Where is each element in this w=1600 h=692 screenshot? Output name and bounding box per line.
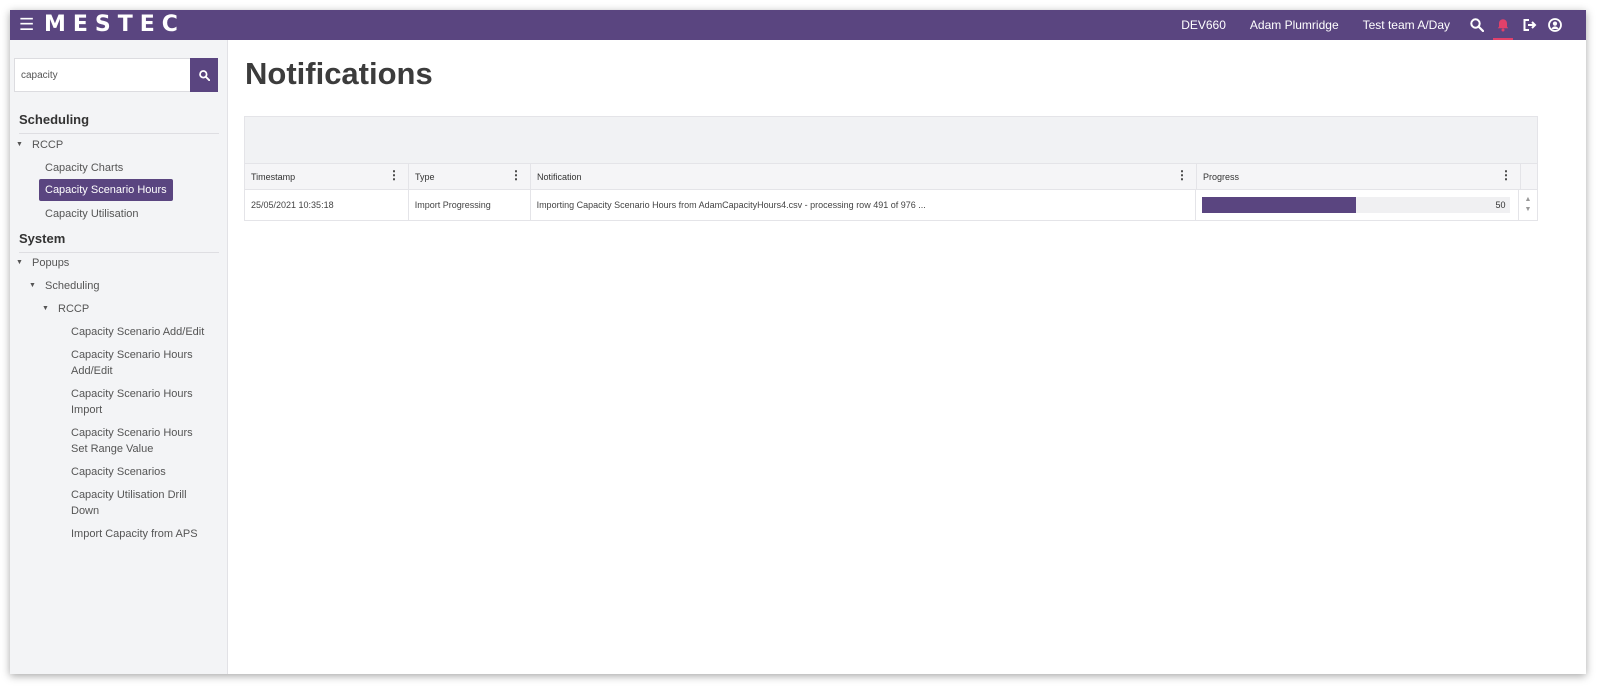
scroll-down-icon[interactable]: ▼: [1525, 205, 1532, 215]
column-menu-icon[interactable]: ⋮: [388, 169, 400, 181]
search-input[interactable]: [14, 58, 190, 92]
column-header-notification[interactable]: Notification ⋮: [531, 164, 1197, 189]
expand-caret-icon[interactable]: ▼: [16, 141, 23, 148]
menu-icon[interactable]: ☰: [19, 15, 34, 35]
top-bar: ☰ MESTEC DEV660 Adam Plumridge Test team…: [10, 10, 1586, 40]
column-header-label: Timestamp: [251, 171, 296, 182]
logout-icon[interactable]: [1516, 10, 1542, 40]
search-button[interactable]: [190, 58, 218, 92]
search-icon: [198, 69, 210, 81]
nav-item-capacity-scenario-add-edit[interactable]: Capacity Scenario Add/Edit: [71, 324, 221, 340]
page-title: Notifications: [245, 56, 433, 91]
notifications-grid: Timestamp ⋮ Type ⋮ Notification ⋮ Progre…: [244, 116, 1538, 221]
column-menu-icon[interactable]: ⋮: [510, 169, 522, 181]
environment-label[interactable]: DEV660: [1181, 18, 1226, 32]
section-heading-system: System: [19, 231, 219, 253]
expand-caret-icon[interactable]: ▼: [16, 259, 23, 266]
progress-bar-fill: [1201, 197, 1356, 213]
nav-item-capacity-scenario-hours-set-range-value[interactable]: Capacity Scenario Hours Set Range Value: [71, 425, 211, 457]
column-header-progress[interactable]: Progress ⋮: [1197, 164, 1521, 189]
search-icon[interactable]: [1464, 10, 1490, 40]
progress-bar: 50: [1201, 197, 1510, 213]
tree-node-rccp[interactable]: RCCP: [32, 137, 63, 153]
main-content: Notifications Timestamp ⋮ Type ⋮ Notific…: [228, 40, 1586, 674]
progress-value: 50: [1495, 200, 1506, 210]
nav-item-capacity-utilisation[interactable]: Capacity Utilisation: [45, 206, 139, 222]
user-account-icon[interactable]: [1542, 10, 1568, 40]
column-menu-icon[interactable]: ⋮: [1176, 169, 1188, 181]
nav-item-capacity-scenario-hours-import[interactable]: Capacity Scenario Hours Import: [71, 386, 211, 418]
user-name[interactable]: Adam Plumridge: [1250, 18, 1339, 32]
cell-timestamp: 25/05/2021 10:35:18: [245, 190, 409, 220]
table-row[interactable]: 25/05/2021 10:35:18 Import Progressing I…: [244, 190, 1538, 221]
logo: MESTEC: [44, 12, 185, 37]
nav-item-capacity-scenarios[interactable]: Capacity Scenarios: [71, 464, 211, 480]
sidebar: Scheduling ▼ RCCP Capacity Charts Capaci…: [10, 40, 228, 674]
tree-node-popups[interactable]: Popups: [32, 255, 69, 271]
section-heading-scheduling: Scheduling: [19, 112, 219, 134]
tree-node-scheduling[interactable]: Scheduling: [45, 278, 99, 294]
expand-caret-icon[interactable]: ▼: [42, 305, 49, 312]
nav-item-capacity-utilisation-drill-down[interactable]: Capacity Utilisation Drill Down: [71, 487, 211, 519]
column-header-type[interactable]: Type ⋮: [409, 164, 531, 189]
column-header-label: Type: [415, 171, 435, 182]
scroll-up-icon[interactable]: ▲: [1525, 195, 1532, 205]
grid-scrollbar[interactable]: ▲ ▼: [1519, 190, 1537, 220]
cell-type: Import Progressing: [409, 190, 531, 220]
expand-caret-icon[interactable]: ▼: [29, 282, 36, 289]
bell-icon[interactable]: [1490, 10, 1516, 40]
app-window: ☰ MESTEC DEV660 Adam Plumridge Test team…: [10, 10, 1586, 674]
column-menu-icon[interactable]: ⋮: [1500, 169, 1512, 181]
grid-header-row: Timestamp ⋮ Type ⋮ Notification ⋮ Progre…: [244, 164, 1538, 190]
nav-item-import-capacity-from-aps[interactable]: Import Capacity from APS: [71, 526, 221, 542]
team-label[interactable]: Test team A/Day: [1363, 18, 1450, 32]
nav-item-capacity-charts[interactable]: Capacity Charts: [45, 160, 123, 176]
sidebar-search: [14, 58, 218, 92]
column-header-label: Notification: [537, 171, 582, 182]
cell-notification: Importing Capacity Scenario Hours from A…: [531, 190, 1196, 220]
top-right-nav: DEV660 Adam Plumridge Test team A/Day: [1181, 10, 1586, 40]
cell-progress: 50: [1196, 190, 1520, 220]
column-header-label: Progress: [1203, 171, 1240, 182]
nav-item-capacity-scenario-hours-add-edit[interactable]: Capacity Scenario Hours Add/Edit: [71, 347, 211, 379]
nav-item-capacity-scenario-hours[interactable]: Capacity Scenario Hours: [39, 179, 173, 201]
tree-node-rccp-popups[interactable]: RCCP: [58, 301, 89, 317]
grid-toolbar: [244, 116, 1538, 164]
column-header-timestamp[interactable]: Timestamp ⋮: [245, 164, 409, 189]
